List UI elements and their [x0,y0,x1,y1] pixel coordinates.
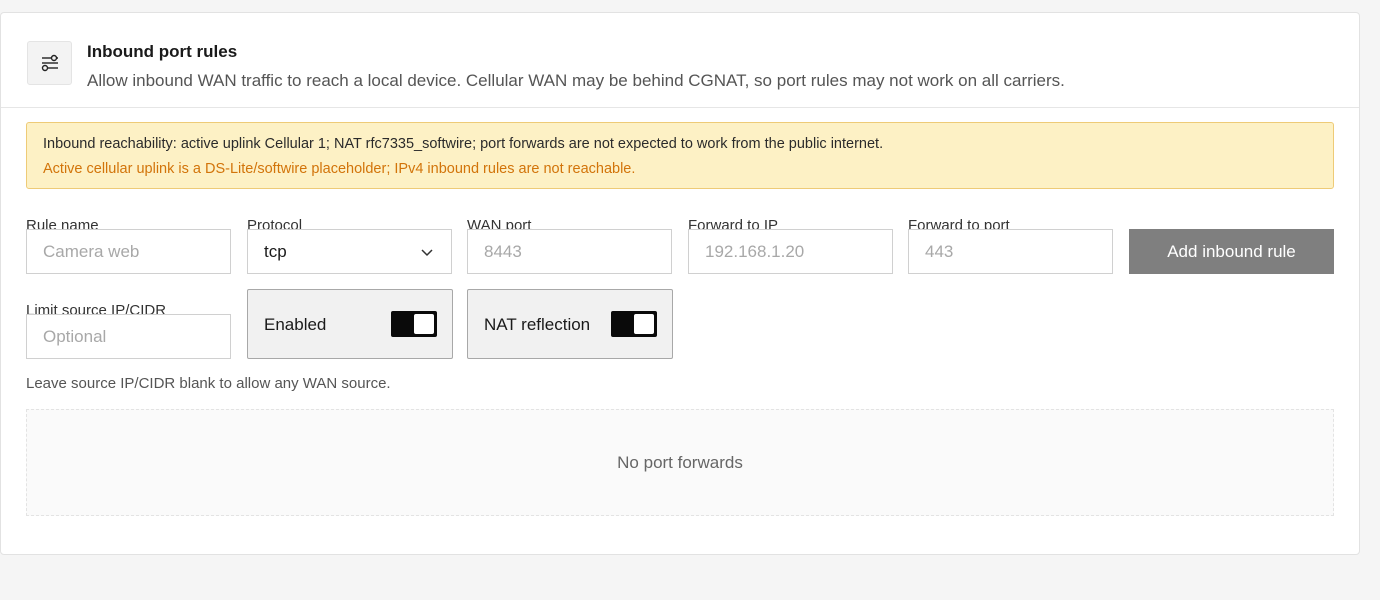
forward-ip-input[interactable] [688,229,893,274]
source-cidr-hint: Leave source IP/CIDR blank to allow any … [26,375,391,392]
alert-detail: active uplink Cellular 1; NAT rfc7335_so… [180,136,884,152]
rule-name-input[interactable] [26,229,231,274]
nat-reflection-toggle[interactable] [611,311,657,337]
sliders-icon [27,41,72,85]
nat-reflection-label: NAT reflection [484,315,591,334]
card-header: Inbound port rules Allow inbound WAN tra… [1,13,1359,108]
toggle-knob [634,314,654,334]
nat-reflection-toggle-field[interactable]: NAT reflection [467,289,673,359]
empty-state-text: No port forwards [617,452,743,472]
add-inbound-rule-button[interactable]: Add inbound rule [1129,229,1334,274]
enabled-label: Enabled [264,315,327,334]
source-cidr-input[interactable] [26,314,231,359]
forward-port-input[interactable] [908,229,1113,274]
page-title: Inbound port rules [87,42,238,61]
alert-message: Inbound reachability: active uplink Cell… [43,136,883,152]
protocol-select[interactable]: tcp [247,229,452,274]
wan-port-input[interactable] [467,229,672,274]
enabled-toggle-field[interactable]: Enabled [247,289,453,359]
page-description: Allow inbound WAN traffic to reach a loc… [87,71,1065,90]
protocol-value: tcp [264,241,287,261]
toggle-knob [414,314,434,334]
reachability-alert: Inbound reachability: active uplink Cell… [26,122,1334,189]
chevron-down-icon [421,249,433,257]
enabled-toggle[interactable] [391,311,437,337]
port-forwards-empty-state: No port forwards [26,409,1334,516]
alert-warning: Active cellular uplink is a DS-Lite/soft… [43,161,636,177]
alert-label: Inbound reachability: [43,136,177,152]
